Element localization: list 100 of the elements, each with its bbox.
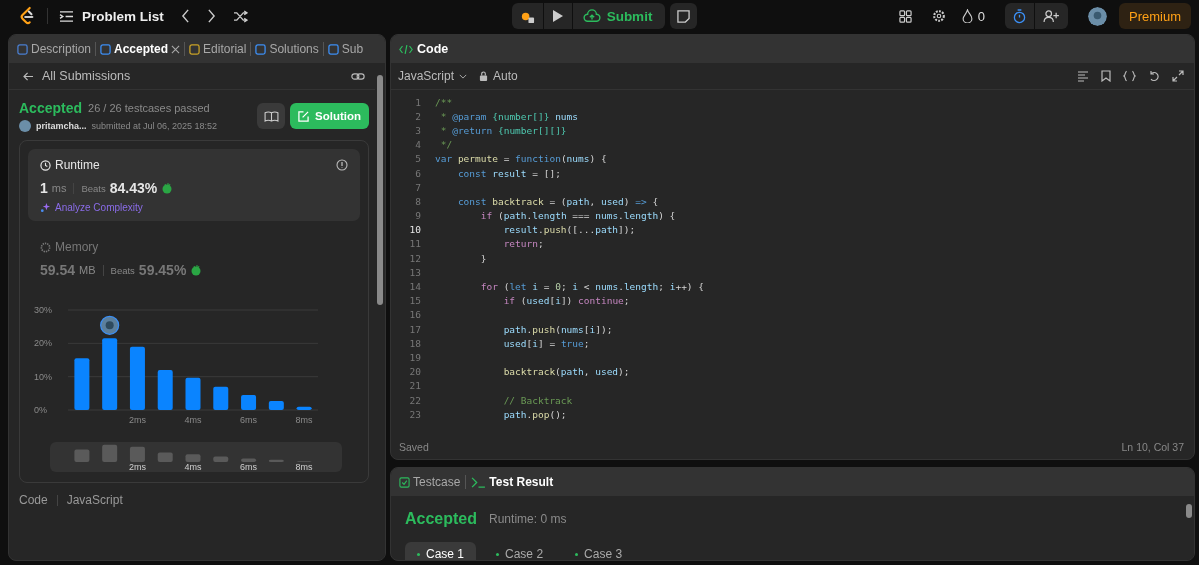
overview-bar — [213, 456, 229, 462]
code-line: * @return {number[][]} — [439, 124, 567, 136]
panel-tab[interactable]: Solutions — [255, 42, 319, 56]
line-number: 2 — [414, 110, 421, 122]
metric-panel[interactable]: Runtime 1 ms Beats 84.43% Analyze Complexity — [28, 149, 360, 221]
debug-button[interactable] — [511, 3, 543, 29]
metric-panel[interactable]: Memory 59.54 MB Beats 59.45% — [28, 231, 360, 286]
panel-tab[interactable]: Testcase — [399, 475, 461, 489]
panel-tab[interactable]: Test Result — [471, 475, 554, 489]
panel-tab[interactable]: Accepted — [100, 42, 181, 56]
code-label: Code — [19, 493, 48, 507]
bar[interactable] — [74, 358, 90, 410]
line-number: 16 — [408, 309, 421, 321]
list-icon — [59, 9, 74, 23]
problem-list-button[interactable]: Problem List — [59, 8, 164, 24]
previous-icon[interactable] — [180, 9, 190, 23]
beats-label: Beats — [110, 264, 135, 276]
y-tick-label: 10% — [34, 371, 52, 382]
line-number: 1 — [414, 96, 421, 108]
submit-button[interactable]: Submit — [572, 3, 666, 29]
premium-button[interactable]: Premium — [1119, 3, 1191, 29]
overview-bar — [129, 446, 145, 462]
settings-icon[interactable] — [931, 9, 946, 23]
shuffle-icon[interactable] — [232, 9, 248, 23]
notes-button[interactable] — [670, 3, 698, 29]
reset-icon[interactable] — [1148, 70, 1160, 82]
line-number: 14 — [408, 281, 421, 293]
next-icon[interactable] — [206, 9, 216, 23]
case-tab[interactable]: Case 3 — [563, 542, 635, 560]
add-friend-button[interactable] — [1035, 3, 1068, 29]
overview-bar — [74, 449, 90, 462]
language-select[interactable]: JavaScript — [398, 69, 468, 83]
line-number: 5 — [414, 153, 421, 165]
code-line: * @param {number[]} nums — [439, 110, 579, 122]
code-line: // Backtrack — [502, 394, 573, 406]
bar[interactable] — [241, 395, 257, 410]
case-tab[interactable]: Case 1 — [405, 542, 477, 560]
bar[interactable] — [157, 370, 173, 410]
line-number: 18 — [408, 337, 421, 349]
code-line: } — [479, 252, 487, 264]
y-tick-label: 20% — [34, 338, 52, 349]
layout-icon[interactable] — [898, 9, 912, 23]
close-icon[interactable] — [171, 44, 181, 54]
bar[interactable] — [213, 386, 229, 410]
username[interactable]: pritamcha... — [36, 121, 87, 131]
tab-icon — [189, 43, 201, 55]
y-tick-label: 0% — [34, 405, 47, 415]
bar[interactable] — [129, 346, 145, 410]
metric-value: 59.54 — [40, 262, 76, 278]
bar[interactable] — [102, 338, 118, 410]
code-line: result.push([...path]); — [502, 224, 636, 236]
line-number: 22 — [408, 394, 421, 406]
line-number: 12 — [408, 252, 421, 264]
bookmark-icon[interactable] — [1101, 70, 1111, 82]
metric-title: Memory — [55, 240, 99, 254]
metric-unit: MB — [79, 264, 96, 276]
info-icon[interactable] — [336, 159, 348, 171]
line-number: 9 — [414, 210, 421, 222]
cursor-position: Ln 10, Col 37 — [1121, 441, 1184, 453]
timer-button[interactable] — [1005, 3, 1034, 29]
submission-time: submitted at Jul 06, 2025 18:52 — [91, 121, 218, 131]
expand-icon[interactable] — [1172, 70, 1184, 82]
bar[interactable] — [185, 377, 201, 410]
tab-icon — [100, 43, 112, 55]
run-button[interactable] — [543, 3, 572, 29]
auto-mode-toggle[interactable]: Auto — [479, 69, 518, 83]
bar[interactable] — [296, 406, 312, 410]
user-marker — [100, 315, 120, 335]
line-number: 13 — [408, 266, 421, 278]
submission-status: Accepted — [19, 100, 83, 116]
line-number: 20 — [408, 366, 421, 378]
x-tick-label: 4ms — [184, 415, 202, 425]
code-line: return; — [502, 238, 544, 250]
case-tab[interactable]: Case 2 — [484, 542, 556, 560]
braces-icon[interactable] — [1123, 70, 1136, 82]
terminal-icon — [471, 476, 487, 488]
format-icon[interactable] — [1077, 70, 1089, 82]
link-icon[interactable] — [351, 70, 365, 82]
avatar[interactable] — [1088, 6, 1107, 26]
code-line: if (used[i]) continue; — [502, 295, 630, 307]
edit-icon — [298, 110, 309, 122]
beats-label: Beats — [81, 182, 106, 194]
all-submissions-link[interactable]: All Submissions — [23, 69, 131, 83]
panel-tab[interactable]: Sub — [327, 42, 364, 56]
overview-bar — [268, 459, 284, 462]
tab-icon — [17, 43, 28, 55]
metric-value: 1 — [40, 180, 48, 196]
bar[interactable] — [268, 401, 284, 410]
save-status: Saved — [399, 441, 429, 453]
tab-icon — [255, 43, 267, 55]
result-runtime: Runtime: 0 ms — [489, 512, 567, 526]
code-line: const result = []; — [456, 167, 561, 179]
code-icon — [399, 43, 413, 55]
chart-overview[interactable]: 2ms 4ms 6ms 8ms — [50, 442, 342, 472]
panel-tab[interactable]: Editorial — [189, 42, 247, 56]
overview-bar — [241, 458, 257, 462]
logo-icon[interactable] — [18, 6, 36, 26]
panel-tab[interactable]: Description — [17, 42, 92, 56]
line-number: 8 — [414, 195, 421, 207]
notes-button[interactable] — [257, 103, 285, 129]
